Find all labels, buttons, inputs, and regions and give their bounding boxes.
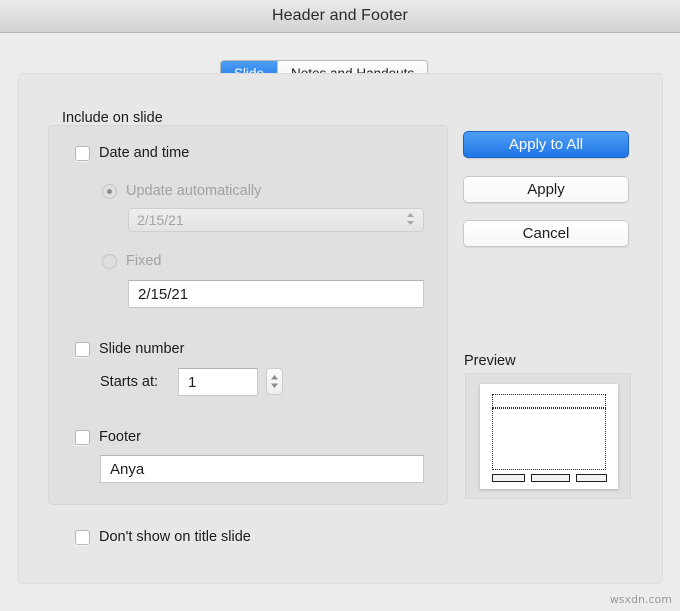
preview-title-placeholder [492,394,606,408]
preview-body-placeholder [492,408,606,470]
fixed-date-row[interactable]: Fixed [102,253,161,269]
date-and-time-row[interactable]: Date and time [75,145,189,161]
preview-box [465,373,631,499]
footer-checkbox[interactable] [75,429,90,445]
dont-show-on-title-slide-checkbox[interactable] [75,529,90,545]
preview-footer-bar-center [531,474,570,482]
update-automatically-row[interactable]: Update automatically [102,183,261,199]
title-bar[interactable]: Header and Footer [0,0,680,33]
date-and-time-label: Date and time [99,145,190,161]
footer-input[interactable]: Anya [100,455,424,483]
dont-show-on-title-slide-label: Don't show on title slide [99,529,251,545]
slide-number-label: Slide number [99,341,185,357]
include-on-slide-label: Include on slide [62,110,163,126]
starts-at-label: Starts at: [100,374,159,390]
starts-at-input[interactable]: 1 [178,368,258,396]
slide-number-checkbox[interactable] [75,341,90,357]
dont-show-on-title-slide-row[interactable]: Don't show on title slide [75,529,251,545]
update-automatically-label: Update automatically [126,183,262,199]
update-automatically-radio[interactable] [102,183,117,199]
preview-footer-bar-right [576,474,607,482]
starts-at-stepper[interactable] [266,368,283,395]
date-format-popup[interactable]: 2/15/21 [128,208,424,232]
cancel-button[interactable]: Cancel [463,220,629,247]
apply-to-all-button[interactable]: Apply to All [463,131,629,158]
fixed-date-radio[interactable] [102,253,117,269]
watermark: wsxdn.com [609,593,672,606]
chevron-up-down-icon [406,212,415,226]
date-format-value: 2/15/21 [137,212,184,228]
footer-label: Footer [99,429,141,445]
date-and-time-checkbox[interactable] [75,145,90,161]
footer-row[interactable]: Footer [75,429,141,445]
apply-button[interactable]: Apply [463,176,629,203]
preview-label: Preview [464,353,516,369]
include-on-slide-group [48,125,448,505]
dialog-title: Header and Footer [271,7,408,24]
slide-number-row[interactable]: Slide number [75,341,184,357]
header-and-footer-dialog: Header and Footer Slide Notes and Handou… [0,0,680,611]
preview-footer-bar-left [492,474,525,482]
fixed-date-label: Fixed [126,253,162,269]
fixed-date-input[interactable]: 2/15/21 [128,280,424,308]
preview-slide-thumbnail [480,384,618,489]
